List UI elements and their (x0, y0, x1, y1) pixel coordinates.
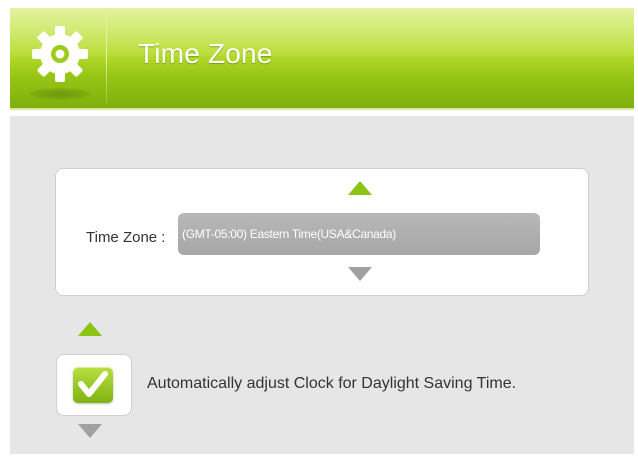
time-zone-prev-arrow-icon[interactable] (348, 181, 372, 195)
time-zone-next-arrow-icon[interactable] (348, 267, 372, 281)
dst-next-arrow-icon[interactable] (78, 424, 102, 438)
header-divider (106, 12, 107, 104)
time-zone-panel: Time Zone : (GMT-05:00) Eastern Time(USA… (55, 168, 589, 296)
header-bar: Time Zone (10, 8, 634, 110)
content-area: Time Zone : (GMT-05:00) Eastern Time(USA… (10, 116, 634, 454)
time-zone-select[interactable]: (GMT-05:00) Eastern Time(USA&Canada) (178, 213, 540, 255)
time-zone-value: (GMT-05:00) Eastern Time(USA&Canada) (182, 227, 396, 241)
checkmark-icon (78, 371, 108, 397)
dst-checkbox-container (56, 354, 132, 416)
dst-prev-arrow-icon[interactable] (78, 322, 102, 336)
time-zone-label: Time Zone : (86, 229, 166, 246)
dst-label: Automatically adjust Clock for Daylight … (147, 375, 517, 392)
gear-icon (32, 26, 88, 82)
page-title: Time Zone (138, 38, 273, 69)
dst-checkbox[interactable] (73, 367, 113, 403)
gear-shadow (30, 88, 90, 100)
header-shine (10, 8, 634, 56)
